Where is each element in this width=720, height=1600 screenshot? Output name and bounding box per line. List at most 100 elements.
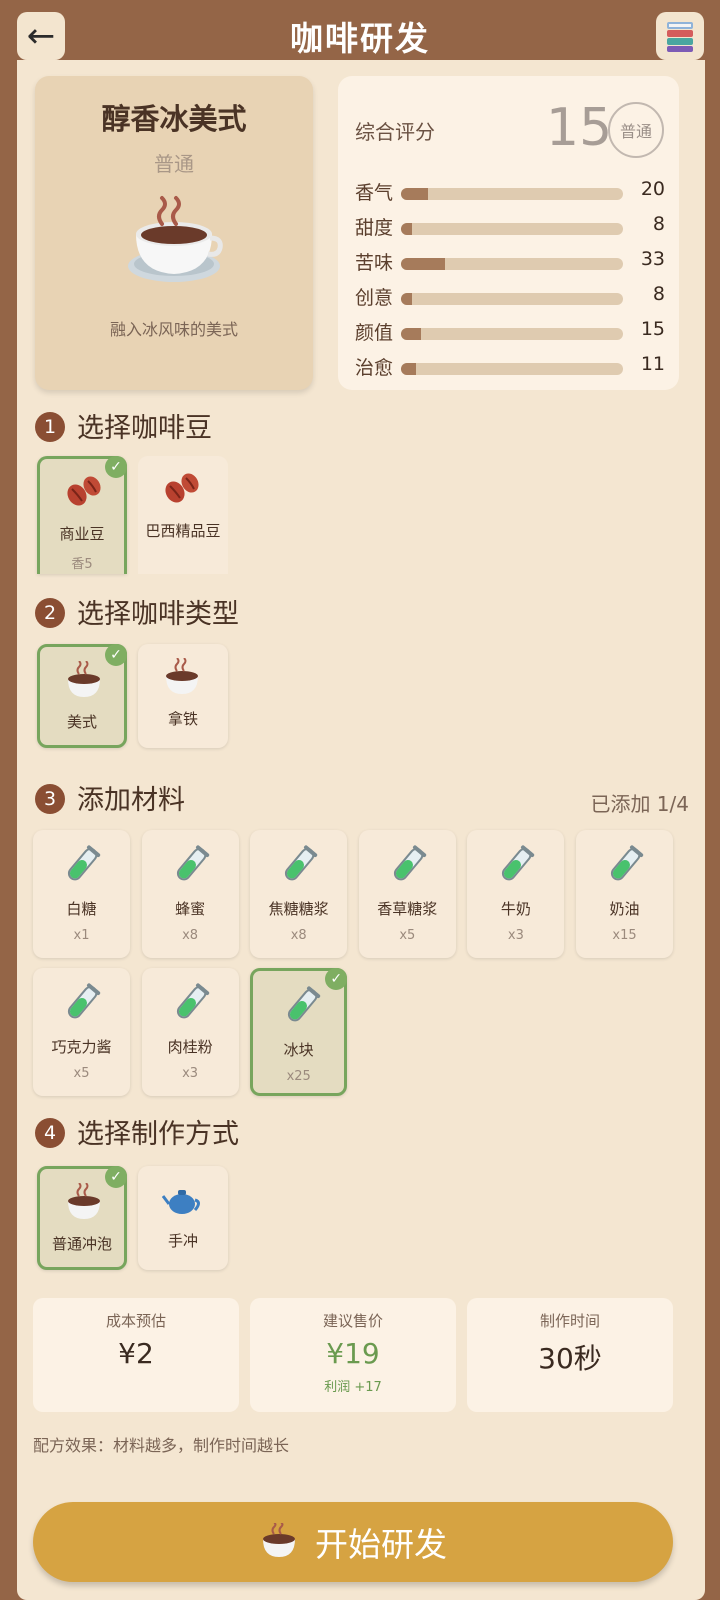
test-tube-icon [285,845,318,881]
method-label: 普通冲泡 [51,1235,112,1253]
stat-label: 创意 [355,287,394,309]
stat-label: 苦味 [355,252,394,274]
time-value: 30秒 [538,1342,602,1375]
method-option-normal[interactable]: 普通冲泡 ✓ [37,1166,127,1270]
type-option-latte[interactable]: 拿铁 [138,644,228,748]
section-number: 3 [35,784,65,814]
stat-bar-fill [401,293,412,305]
material-label: 蜂蜜 [175,900,206,918]
stat-bar-fill [401,258,445,270]
material-option[interactable]: 蜂蜜 x8 [141,830,239,958]
test-tube-icon [67,983,101,1019]
test-tube-icon [67,845,101,881]
bean-option-brazil[interactable]: 巴西精品豆 [138,456,228,574]
material-option[interactable]: 焦糖糖浆 x8 [250,830,348,958]
material-count: x3 [182,1066,199,1081]
material-label: 香草糖浆 [377,900,438,918]
material-label: 白糖 [66,900,97,918]
material-option[interactable]: 香草糖浆 x5 [358,830,456,958]
coffee-bean-icon [165,473,199,503]
stat-value: 15 [640,318,665,340]
coffee-cup-icon [68,1183,100,1219]
coffee-cup-icon [128,196,223,282]
type-label: 美式 [66,713,97,731]
section-title: 添加材料 [77,785,185,816]
stat-label: 治愈 [355,357,394,379]
coffee-description: 融入冰风味的美式 [109,320,238,339]
score-value: 15 [546,98,613,158]
material-count: x5 [73,1066,90,1081]
material-label: 牛奶 [500,900,531,918]
bean-label: 商业豆 [59,525,105,543]
stat-bar-fill [401,188,428,200]
materials-added-count: 已添加 1/4 [590,792,689,816]
section-number: 4 [35,1118,65,1148]
stat-value: 20 [640,178,665,200]
cost-estimate-card: 成本预估 ¥2 [33,1298,239,1412]
checkmark-icon: ✓ [105,644,127,666]
test-tube-icon [502,845,535,881]
stat-bar-fill [401,363,416,375]
method-option-pourover[interactable]: 手冲 [138,1166,228,1270]
score-card: 综合评分 15 普通 香气 20 甜度 8 苦味 33 创意 8 颜值 15 治… [338,76,679,390]
checkmark-icon: ✓ [105,1166,127,1188]
material-count: x5 [399,928,416,943]
time-label: 制作时间 [539,1312,600,1330]
price-label: 建议售价 [322,1312,383,1330]
top-bar: ← 咖啡研发 [0,0,720,60]
test-tube-icon [176,983,209,1019]
stat-value: 8 [652,213,665,235]
section-number: 2 [35,598,65,628]
material-count: x3 [507,928,524,943]
type-option-americano[interactable]: 美式 ✓ [37,644,127,748]
material-option[interactable]: 肉桂粉 x3 [141,968,239,1096]
teapot-icon [162,1190,200,1214]
cost-label: 成本预估 [105,1312,166,1330]
coffee-grade: 普通 [154,152,194,176]
coffee-preview-card: 醇香冰美式 普通 融入冰风味的美式 [35,76,313,390]
test-tube-icon [176,845,209,881]
stat-row-appearance: 颜值 15 [355,314,665,348]
bean-option-commercial[interactable]: 商业豆 香5 ✓ [37,456,127,574]
stat-value: 33 [640,248,665,270]
material-option[interactable]: 巧克力酱 x5 [33,968,130,1096]
stat-row-bitterness: 苦味 33 [355,244,665,278]
stat-bar-fill [401,328,421,340]
content-panel: 醇香冰美式 普通 融入冰风味的美式 综合评分 15 普通 香气 20 甜度 8 [17,60,705,1600]
price-card: 建议售价 ¥19 利润 +17 [250,1298,456,1412]
material-label: 肉桂粉 [167,1038,213,1056]
start-label: 开始研发 [315,1525,447,1564]
stat-bar [401,258,623,270]
coffee-cup-icon [263,1523,295,1557]
stat-bar [401,363,623,375]
material-label: 冰块 [283,1041,314,1059]
stat-value: 11 [640,353,665,375]
material-option[interactable]: 白糖 x1 [33,830,130,958]
bean-label: 巴西精品豆 [145,522,221,540]
material-option[interactable]: 牛奶 x3 [467,830,565,958]
checkmark-icon: ✓ [325,968,348,990]
stat-value: 8 [652,283,665,305]
section-title: 选择咖啡豆 [77,413,212,444]
cost-value: ¥2 [118,1337,154,1370]
coffee-cup-icon [166,658,198,694]
type-label: 拿铁 [167,710,198,728]
recipe-book-icon [667,22,693,52]
material-option[interactable]: 冰块 x25 ✓ [250,968,348,1096]
material-label: 奶油 [609,900,640,918]
profit-value: 利润 +17 [324,1380,382,1395]
material-count: x25 [286,1069,311,1084]
stat-bar [401,293,623,305]
checkmark-icon: ✓ [105,456,127,478]
test-tube-icon [610,845,644,881]
material-option[interactable]: 奶油 x15 [576,830,673,958]
material-count: x8 [290,928,307,943]
start-research-button[interactable]: 开始研发 [33,1502,673,1582]
test-tube-icon [288,986,321,1022]
section-title: 选择制作方式 [77,1119,239,1150]
coffee-bean-icon [67,476,101,506]
stat-row-sweetness: 甜度 8 [355,209,665,243]
stat-bar [401,188,623,200]
test-tube-icon [393,845,426,881]
recipe-book-button[interactable] [656,12,704,60]
